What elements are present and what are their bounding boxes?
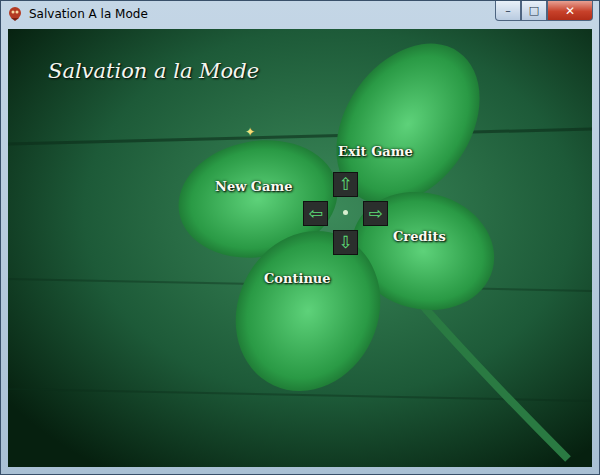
game-window: Salvation A la Mode–□✕Salvation a la Mod…: [0, 0, 600, 475]
arrow-left-icon[interactable]: ⇦: [303, 201, 328, 226]
close-button[interactable]: ✕: [547, 1, 593, 21]
sparkle-cursor-icon: ✦: [245, 125, 255, 139]
menu-item[interactable]: Exit Game: [336, 143, 415, 160]
clover-background: [8, 29, 592, 467]
arrow-right-icon[interactable]: ⇨: [363, 201, 388, 226]
center-dot: [343, 210, 348, 215]
arrow-down-icon[interactable]: ⇩: [333, 230, 358, 255]
game-title: Salvation a la Mode: [48, 59, 259, 83]
window-title: Salvation A la Mode: [29, 7, 495, 21]
menu-item[interactable]: Continue: [262, 270, 333, 287]
maximize-button[interactable]: □: [521, 1, 547, 21]
menu-item[interactable]: New Game: [213, 178, 294, 195]
game-icon: [7, 6, 23, 22]
game-canvas: Salvation a la Mode ✦ Exit Game New Game Cre…: [8, 29, 592, 467]
minimize-button[interactable]: –: [495, 1, 521, 21]
window-controls: –□✕: [495, 1, 593, 21]
arrow-up-icon[interactable]: ⇧: [333, 172, 358, 197]
menu-item[interactable]: Credits: [391, 228, 448, 245]
title-bar: Salvation A la Mode–□✕: [1, 1, 599, 29]
